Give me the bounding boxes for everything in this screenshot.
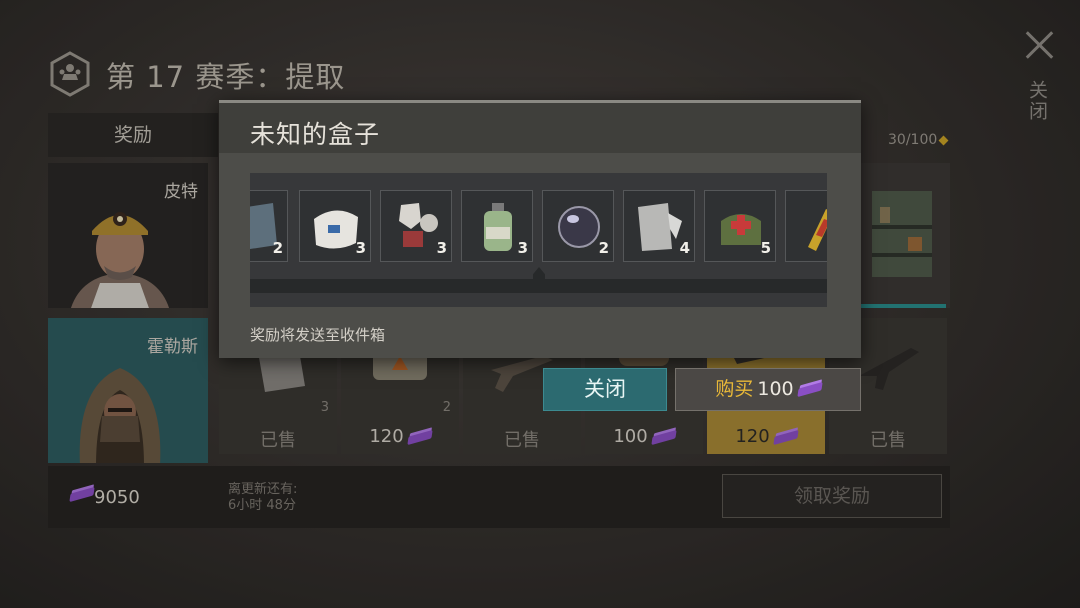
dialog-header: 未知的盒子 (219, 103, 861, 153)
buy-button[interactable]: 购买 100 (675, 368, 861, 411)
reward-count: 4 (679, 239, 690, 257)
scroll-thumb[interactable] (533, 267, 545, 291)
reward-slot[interactable]: 2 (542, 190, 614, 262)
buy-price: 100 (757, 378, 794, 400)
reward-count: 5 (760, 239, 771, 257)
buy-label: 购买 (715, 378, 754, 400)
reward-slot[interactable]: 2 (250, 190, 288, 262)
reward-count: 3 (436, 239, 447, 257)
unknown-box-dialog: 未知的盒子 2 3 3 3 2 4 5 奖励将发送至收件箱 (219, 100, 861, 358)
inbox-note: 奖励将发送至收件箱 (250, 326, 386, 344)
spray-can-icon (808, 209, 827, 251)
reward-slot[interactable]: 3 (299, 190, 371, 262)
reward-count: 2 (272, 239, 283, 257)
reward-slot[interactable] (785, 190, 827, 262)
rewards-strip[interactable]: 2 3 3 3 2 4 5 (250, 173, 827, 307)
reward-count: 2 (598, 239, 609, 257)
dialog-title: 未知的盒子 (250, 120, 381, 149)
reward-slot[interactable]: 3 (461, 190, 533, 262)
reward-count: 3 (355, 239, 366, 257)
close-button[interactable]: 关闭 (543, 368, 667, 411)
reward-slot[interactable]: 4 (623, 190, 695, 262)
reward-count: 3 (517, 239, 528, 257)
reward-slot[interactable]: 3 (380, 190, 452, 262)
premium-gem-icon (796, 381, 823, 398)
reward-slot[interactable]: 5 (704, 190, 776, 262)
scroll-track[interactable] (250, 267, 827, 293)
